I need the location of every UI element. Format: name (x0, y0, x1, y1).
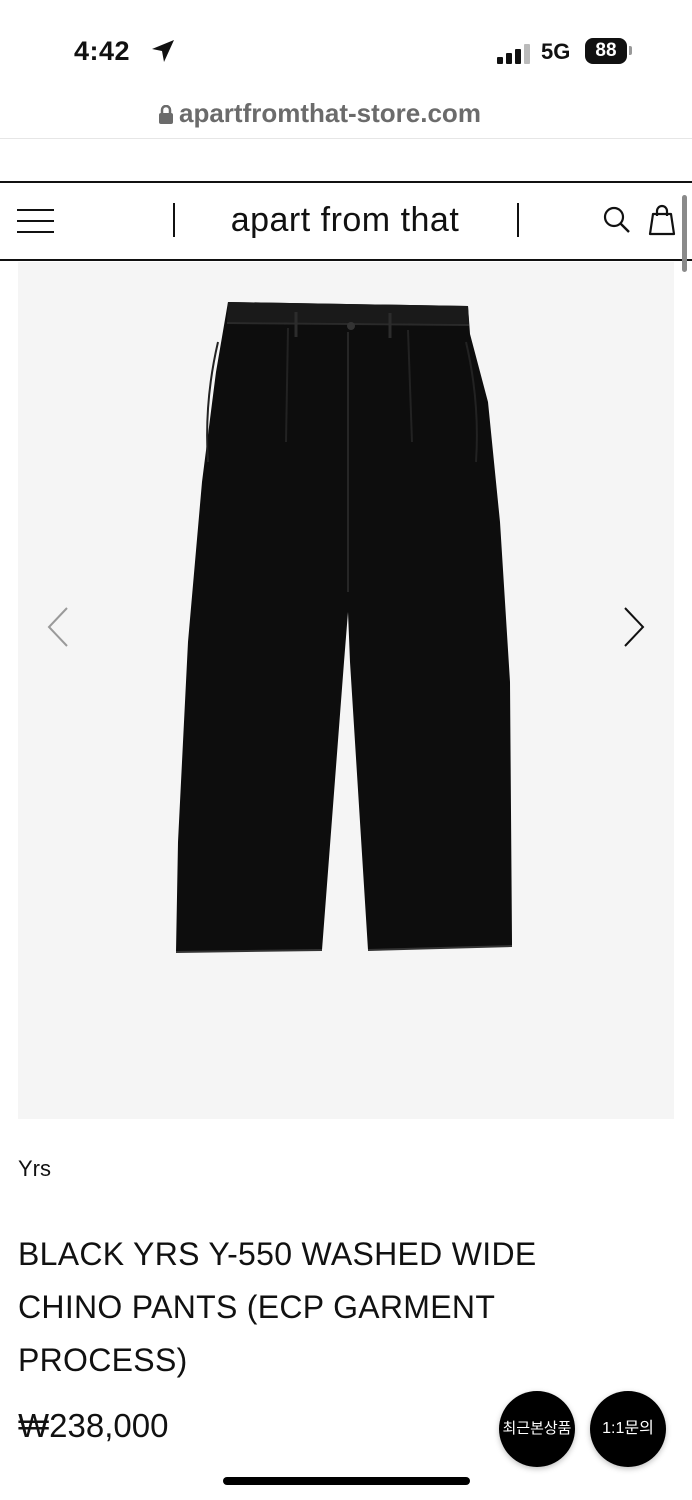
location-arrow-icon (152, 40, 174, 62)
recently-viewed-button[interactable]: 최근본상품 (499, 1391, 575, 1467)
signal-icon (497, 44, 530, 64)
product-image-carousel[interactable] (18, 262, 674, 1119)
browser-url-bar[interactable]: apartfromthat-store.com (0, 90, 692, 139)
url-text[interactable]: apartfromthat-store.com (179, 98, 481, 129)
lock-icon (159, 105, 173, 124)
product-title: BLACK YRS Y-550 WASHED WIDE CHINO PANTS … (18, 1236, 537, 1378)
shopping-bag-icon[interactable] (648, 204, 676, 236)
network-label: 5G (541, 39, 571, 64)
inquiry-button[interactable]: 1:1문의 (590, 1391, 666, 1467)
search-icon[interactable] (602, 205, 632, 235)
home-indicator[interactable] (223, 1477, 470, 1485)
product-brand[interactable]: Yrs (18, 1156, 51, 1182)
chevron-left-icon[interactable] (46, 606, 70, 648)
hamburger-icon[interactable] (17, 209, 54, 233)
logo-divider-right (517, 203, 519, 237)
page-scrollbar[interactable] (682, 195, 687, 272)
status-bar: 4:42 5G 88 (0, 0, 692, 90)
product-image (175, 302, 513, 953)
site-header: apart from that (0, 181, 692, 261)
product-price: ₩238,000 (18, 1407, 169, 1444)
chevron-right-icon[interactable] (622, 606, 646, 648)
battery-tip (629, 46, 632, 55)
site-logo[interactable]: apart from that (190, 201, 500, 240)
status-time: 4:42 (74, 36, 131, 66)
logo-divider-left (173, 203, 175, 237)
battery-icon: 88 (585, 38, 627, 64)
